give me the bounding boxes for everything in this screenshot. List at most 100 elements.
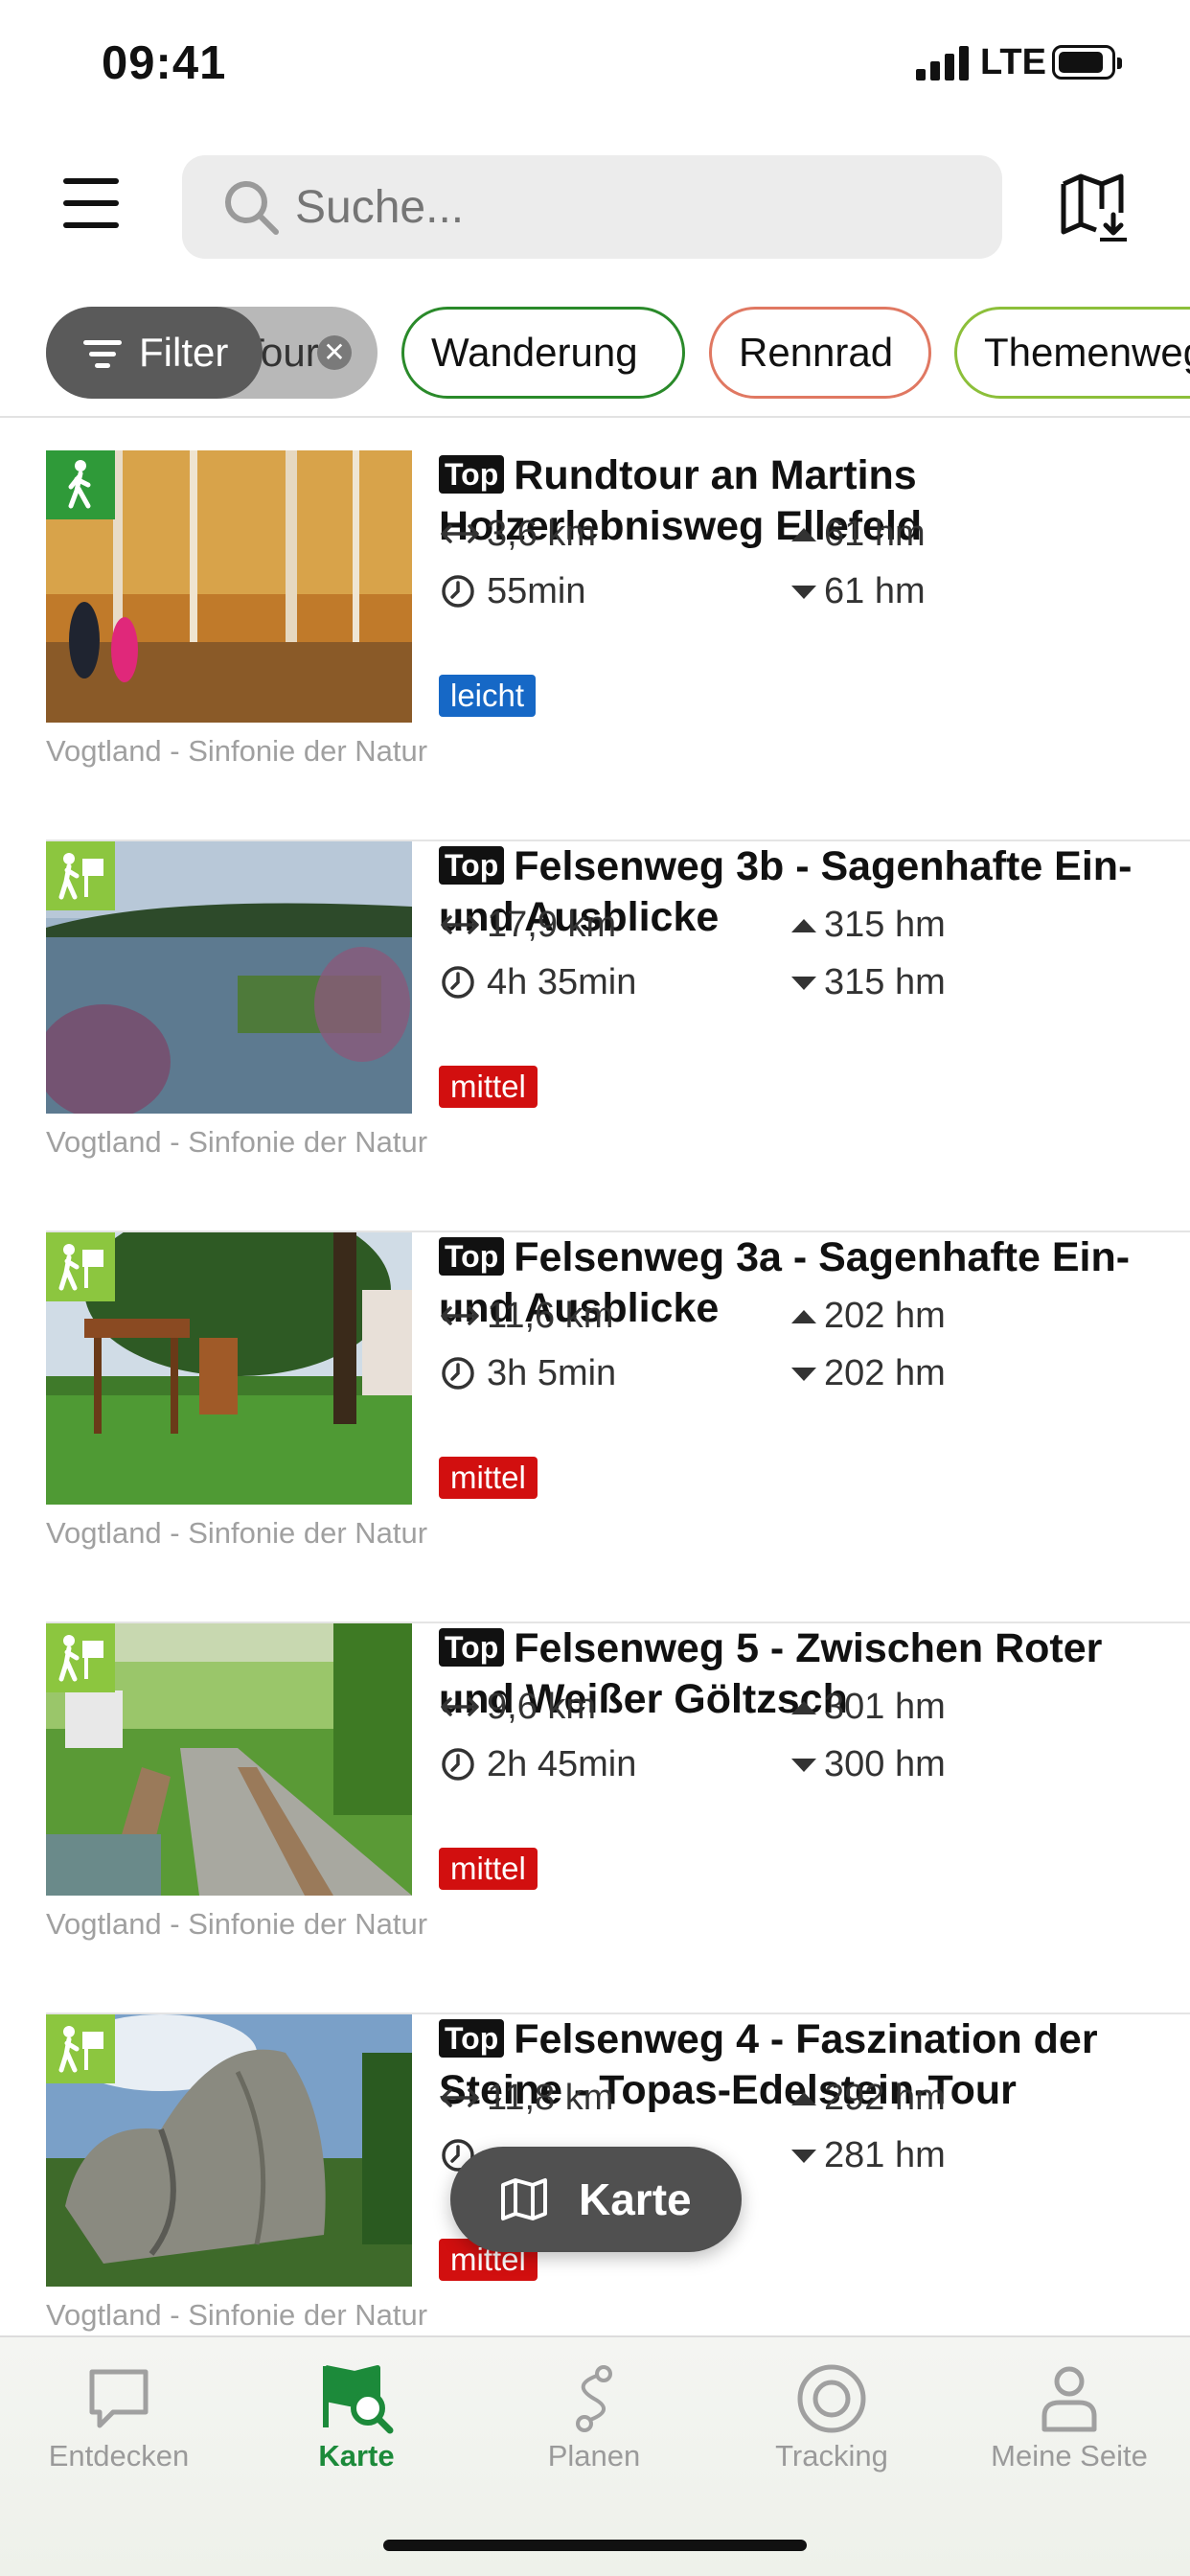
tour-image — [46, 1623, 412, 1896]
distance-value: 3,6 km — [487, 514, 597, 554]
map-search-icon — [323, 2365, 394, 2434]
duration-stat: 4h 35min — [439, 958, 636, 1006]
tab-tracking[interactable]: Tracking — [713, 2337, 950, 2481]
descent-value: 300 hm — [824, 1744, 946, 1784]
distance-stat: 9,6 km — [439, 1683, 596, 1731]
distance-value: 17,9 km — [487, 905, 617, 945]
duration-value: 4h 35min — [487, 962, 637, 1002]
ascent-stat: 61 hm — [790, 510, 926, 558]
menu-icon[interactable] — [59, 174, 123, 232]
clock-icon — [442, 1357, 474, 1390]
difficulty-badge: mittel — [439, 1457, 538, 1499]
tab-planen[interactable]: Planen — [475, 2337, 713, 2481]
tour-image — [46, 841, 412, 1114]
ascent-icon — [791, 1701, 816, 1714]
distance-icon — [441, 1306, 479, 1325]
themed-hike-icon — [46, 1232, 115, 1301]
tab-label: Tracking — [775, 2439, 888, 2472]
descent-icon — [791, 1759, 816, 1772]
distance-stat: 17,9 km — [439, 901, 616, 949]
filter-label: Filter — [139, 330, 229, 375]
difficulty-badge: leicht — [439, 675, 537, 717]
hiker-icon — [46, 450, 115, 519]
tour-image — [46, 1232, 412, 1505]
top-badge: Top — [439, 455, 505, 494]
distance-icon — [441, 915, 479, 934]
descent-icon — [791, 2150, 816, 2163]
tab-label: Meine Seite — [991, 2439, 1148, 2472]
tour-image — [46, 450, 412, 723]
descent-icon — [791, 1368, 816, 1381]
tour-card[interactable]: Top Felsenweg 3a - Sagenhafte Ein- und Au… — [46, 1232, 1190, 1623]
chip-rennrad[interactable]: Rennrad — [709, 307, 931, 399]
duration-value: 2h 45min — [487, 1744, 637, 1784]
ascent-value: 61 hm — [824, 514, 926, 554]
top-badge: Top — [439, 846, 505, 885]
status-bar: 09:41 LTE — [0, 0, 1190, 129]
difficulty-badge: mittel — [439, 1848, 538, 1890]
ascent-value: 292 hm — [824, 2078, 946, 2118]
show-map-label: Karte — [579, 2174, 692, 2224]
person-icon — [1041, 2366, 1097, 2432]
distance-stat: 11,6 km — [439, 1292, 613, 1340]
ascent-icon — [791, 528, 816, 541]
top-badge: Top — [439, 1237, 505, 1276]
ascent-stat: 202 hm — [790, 1292, 946, 1340]
tour-card[interactable]: Top Felsenweg 5 - Zwischen Roter und Weiß… — [46, 1623, 1190, 2014]
clock-icon — [442, 575, 474, 608]
descent-stat: 202 hm — [790, 1349, 946, 1397]
themed-hike-icon — [46, 1623, 115, 1692]
tab-label: Karte — [318, 2439, 395, 2472]
tab-entdecken[interactable]: Entdecken — [0, 2337, 238, 2481]
ascent-stat: 315 hm — [790, 901, 946, 949]
home-indicator — [383, 2540, 807, 2551]
tab-label: Entdecken — [48, 2439, 190, 2472]
divider — [0, 416, 1190, 418]
filter-chip-row: Tour ✕ Filter Wanderung Rennrad Themenwe… — [0, 305, 1190, 404]
descent-stat: 300 hm — [790, 1740, 946, 1788]
distance-stat: 3,6 km — [439, 510, 596, 558]
speech-bubble-icon — [89, 2369, 149, 2428]
clock-icon — [442, 1748, 474, 1781]
distance-value: 9,6 km — [487, 1687, 597, 1727]
filter-button[interactable]: Filter — [46, 307, 263, 399]
top-badge: Top — [439, 1628, 505, 1667]
tour-card[interactable]: Top Felsenweg 3b - Sagenhafte Ein- und Au… — [46, 841, 1190, 1232]
difficulty-badge: mittel — [439, 1066, 538, 1108]
search-input[interactable] — [295, 155, 966, 259]
status-time: 09:41 — [102, 37, 227, 89]
tracking-target-icon — [797, 2364, 866, 2433]
search-bar[interactable] — [182, 155, 1002, 259]
themed-hike-icon — [46, 2014, 115, 2083]
top-badge: Top — [439, 2019, 505, 2058]
chip-themenweg[interactable]: Themenweg — [954, 307, 1190, 399]
clear-chip-icon[interactable]: ✕ — [317, 335, 352, 370]
ascent-stat: 301 hm — [790, 1683, 946, 1731]
descent-icon — [791, 977, 816, 990]
tour-source: Vogtland - Sinfonie der Natur — [46, 1907, 428, 1941]
tab-label: Planen — [547, 2439, 641, 2472]
ascent-value: 202 hm — [824, 1296, 946, 1336]
ascent-icon — [791, 1310, 816, 1323]
ascent-icon — [791, 2092, 816, 2105]
battery-icon — [1052, 45, 1122, 80]
chip-wanderung[interactable]: Wanderung — [401, 307, 685, 399]
descent-value: 281 hm — [824, 2135, 946, 2175]
search-icon — [225, 181, 279, 235]
tour-source: Vogtland - Sinfonie der Natur — [46, 1516, 428, 1550]
tab-karte[interactable]: Karte — [238, 2337, 475, 2481]
duration-stat: 3h 5min — [439, 1349, 616, 1397]
themed-hike-icon — [46, 841, 115, 910]
tab-meine-seite[interactable]: Meine Seite — [950, 2337, 1188, 2481]
ascent-value: 315 hm — [824, 905, 946, 945]
offline-map-download-icon[interactable] — [1058, 171, 1131, 243]
descent-value: 61 hm — [824, 571, 926, 611]
map-icon — [501, 2178, 547, 2220]
ascent-stat: 292 hm — [790, 2074, 946, 2122]
filter-icon — [83, 340, 122, 369]
signal-icon — [916, 46, 970, 80]
tour-card[interactable]: Top Rundtour an Martins Holzerlebnisweg E… — [46, 450, 1190, 841]
show-map-button[interactable]: Karte — [450, 2147, 742, 2252]
descent-icon — [791, 586, 816, 599]
descent-value: 315 hm — [824, 962, 946, 1002]
